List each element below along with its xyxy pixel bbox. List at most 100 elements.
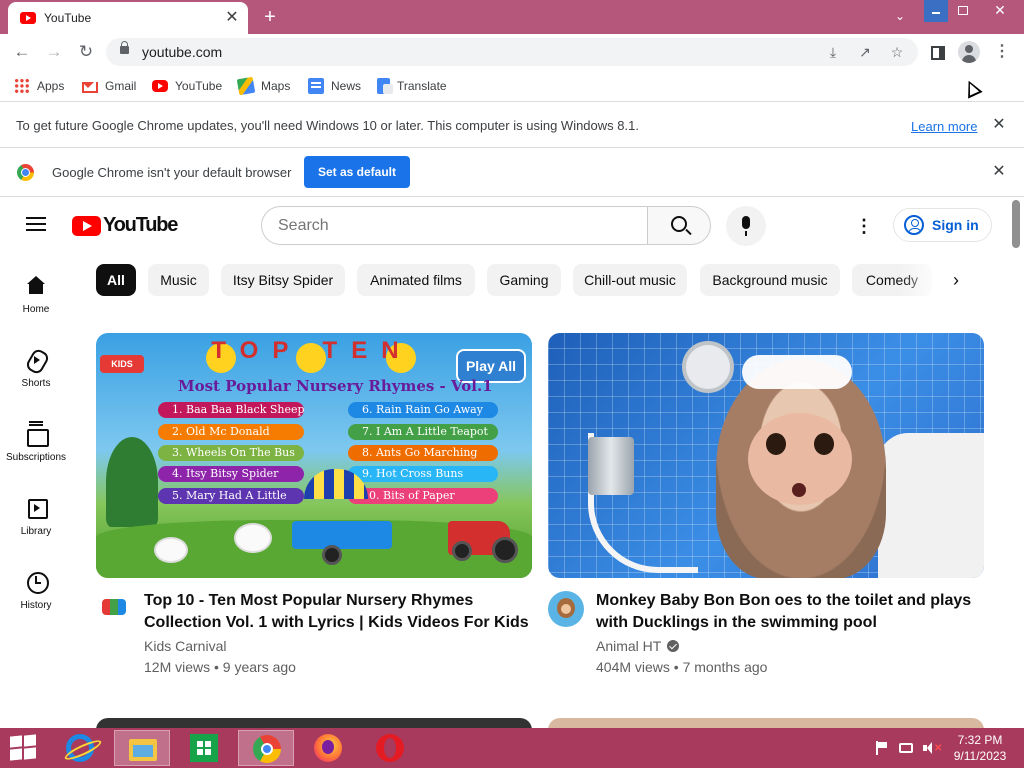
rhyme-list-item: 9. Hot Cross Buns bbox=[348, 466, 498, 482]
chrome-menu-icon[interactable]: ⋮ bbox=[990, 40, 1014, 64]
guide-item-subscriptions[interactable]: Subscriptions bbox=[0, 422, 72, 482]
learn-more-link[interactable]: Learn more bbox=[911, 119, 977, 134]
guide-item-home[interactable]: Home bbox=[0, 274, 72, 334]
forward-arrow-icon[interactable]: → bbox=[42, 40, 66, 64]
lock-icon[interactable] bbox=[120, 41, 129, 54]
reload-icon[interactable]: ↻ bbox=[74, 40, 98, 64]
action-center-flag-icon[interactable] bbox=[874, 741, 890, 755]
profile-avatar-icon[interactable] bbox=[958, 41, 980, 63]
bookmark-label: Gmail bbox=[105, 79, 137, 93]
cart-decoration bbox=[292, 521, 392, 549]
wheel-decoration bbox=[322, 545, 342, 565]
channel-avatar[interactable] bbox=[96, 591, 132, 627]
chrome-logo-icon bbox=[17, 164, 34, 181]
url-text[interactable]: youtube.com bbox=[142, 44, 222, 60]
guide-item-shorts[interactable]: Shorts bbox=[0, 348, 72, 408]
window-restore-button[interactable] bbox=[950, 0, 974, 22]
taskbar-file-explorer[interactable] bbox=[114, 730, 170, 766]
thumbnail-banner-text: TOP TEN bbox=[211, 337, 413, 364]
channel-name[interactable]: Animal HT bbox=[596, 638, 680, 654]
video-thumbnail[interactable] bbox=[548, 333, 984, 578]
chip-all[interactable]: All bbox=[96, 264, 136, 296]
taskbar-chrome[interactable] bbox=[238, 730, 294, 766]
guide-label: Shorts bbox=[21, 378, 51, 389]
sign-in-label: Sign in bbox=[932, 217, 979, 233]
bookmark-translate[interactable]: Translate bbox=[377, 76, 447, 96]
menu-hamburger-icon[interactable] bbox=[26, 217, 46, 231]
channel-name-text[interactable]: Animal HT bbox=[596, 638, 661, 654]
page-scrollbar[interactable] bbox=[1012, 200, 1020, 248]
bookmark-maps[interactable]: Maps bbox=[236, 76, 290, 96]
taskbar-opera[interactable] bbox=[362, 730, 418, 766]
chip-animated-films[interactable]: Animated films bbox=[357, 264, 475, 296]
video-card[interactable]: Monkey Baby Bon Bon oes to the toilet an… bbox=[548, 333, 984, 680]
rhyme-list-item: 6. Rain Rain Go Away bbox=[348, 402, 498, 418]
network-icon[interactable] bbox=[899, 743, 913, 753]
search-box[interactable] bbox=[261, 206, 648, 245]
foam-decoration bbox=[742, 355, 852, 389]
chip-gaming[interactable]: Gaming bbox=[487, 264, 561, 296]
chip-background-music[interactable]: Background music bbox=[700, 264, 840, 296]
address-bar[interactable]: youtube.com ⤓ ↗ ☆ bbox=[106, 38, 918, 66]
bookmark-star-icon[interactable]: ☆ bbox=[886, 41, 908, 63]
chevron-right-icon[interactable]: › bbox=[944, 268, 968, 292]
search-button[interactable] bbox=[647, 206, 711, 245]
browser-tab-youtube[interactable]: YouTube ✕ bbox=[8, 2, 248, 34]
bookmark-label: Translate bbox=[397, 79, 447, 93]
window-close-button[interactable]: ✕ bbox=[978, 0, 1022, 22]
taskbar-firefox[interactable] bbox=[300, 730, 356, 766]
chip-chill-out-music[interactable]: Chill-out music bbox=[573, 264, 687, 296]
guide-label: Home bbox=[22, 304, 50, 315]
bookmark-youtube[interactable]: YouTube bbox=[152, 76, 222, 96]
windows-start-icon[interactable] bbox=[10, 734, 38, 762]
bookmark-news[interactable]: News bbox=[308, 76, 361, 96]
browser-toolbar: ← → ↻ youtube.com ⤓ ↗ ☆ ⋮ bbox=[0, 34, 1024, 70]
video-card[interactable]: TOP TEN KIDS Play All Most Popular Nurse… bbox=[96, 333, 532, 680]
shower-head-decoration bbox=[682, 341, 734, 393]
youtube-logo[interactable]: YouTube bbox=[72, 214, 178, 237]
close-icon[interactable]: ✕ bbox=[990, 116, 1008, 134]
new-tab-button[interactable]: + bbox=[258, 6, 282, 28]
side-panel-icon[interactable] bbox=[926, 40, 950, 64]
video-title[interactable]: Top 10 - Ten Most Popular Nursery Rhymes… bbox=[144, 590, 532, 634]
voice-search-mic-icon[interactable] bbox=[726, 206, 766, 246]
close-icon[interactable]: ✕ bbox=[990, 163, 1008, 181]
verified-check-icon bbox=[667, 640, 680, 652]
chip-music[interactable]: Music bbox=[148, 264, 209, 296]
internet-explorer-icon bbox=[66, 734, 94, 762]
channel-name-text[interactable]: Kids Carnival bbox=[144, 638, 226, 654]
video-thumbnail[interactable]: TOP TEN KIDS Play All Most Popular Nurse… bbox=[96, 333, 532, 578]
bookmark-apps[interactable]: Apps bbox=[14, 76, 64, 96]
back-arrow-icon[interactable]: ← bbox=[10, 40, 34, 64]
chip-itsy-bitsy-spider[interactable]: Itsy Bitsy Spider bbox=[221, 264, 345, 296]
maps-icon bbox=[236, 76, 256, 96]
monkey-eye-decoration bbox=[814, 433, 834, 455]
window-minimize-button[interactable] bbox=[924, 0, 948, 22]
channel-avatar[interactable] bbox=[548, 591, 584, 627]
guide-label: History bbox=[20, 600, 52, 611]
news-icon bbox=[308, 78, 324, 94]
youtube-page: YouTube ⋮ Sign in All Music Itsy Bitsy S… bbox=[0, 198, 1024, 738]
guide-item-library[interactable]: Library bbox=[0, 496, 72, 556]
taskbar-clock[interactable]: 7:32 PM 9/11/2023 bbox=[948, 732, 1012, 764]
set-as-default-button[interactable]: Set as default bbox=[304, 156, 410, 188]
channel-name[interactable]: Kids Carnival bbox=[144, 638, 226, 654]
monkey-mouth-decoration bbox=[792, 483, 806, 497]
chrome-title-bar: YouTube ✕ + ⌄ ✕ bbox=[0, 0, 1024, 34]
firefox-icon bbox=[314, 734, 342, 762]
apps-icon bbox=[14, 78, 30, 94]
mute-x-icon: ✕ bbox=[934, 743, 943, 754]
sign-in-button[interactable]: Sign in bbox=[893, 208, 992, 242]
video-title[interactable]: Monkey Baby Bon Bon oes to the toilet an… bbox=[596, 590, 984, 634]
tab-close-icon[interactable]: ✕ bbox=[222, 8, 242, 28]
tab-search-chevron-icon[interactable]: ⌄ bbox=[888, 6, 912, 28]
bookmark-gmail[interactable]: Gmail bbox=[82, 76, 136, 96]
settings-kebab-icon[interactable]: ⋮ bbox=[852, 214, 876, 238]
install-app-icon[interactable]: ⤓ bbox=[822, 41, 844, 63]
taskbar-internet-explorer[interactable] bbox=[52, 730, 108, 766]
taskbar-store[interactable] bbox=[176, 730, 232, 766]
guide-item-history[interactable]: History bbox=[0, 570, 72, 630]
share-icon[interactable]: ↗ bbox=[854, 41, 876, 63]
search-input[interactable] bbox=[278, 215, 628, 237]
windows-taskbar: ✕ 7:32 PM 9/11/2023 bbox=[0, 728, 1024, 768]
